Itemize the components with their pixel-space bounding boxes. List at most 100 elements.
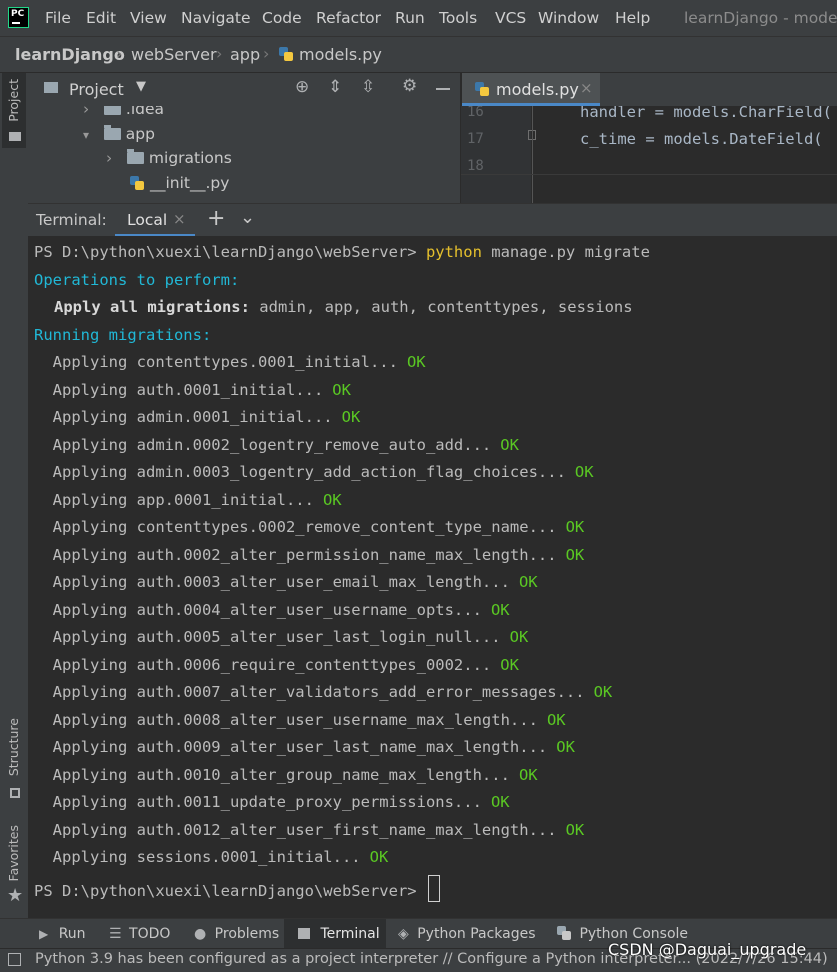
folder-icon — [9, 132, 21, 141]
breadcrumb-project[interactable]: learnDjango — [15, 45, 125, 64]
ok-status: OK — [565, 545, 585, 564]
command-line: PS D:\python\xuexi\learnDjango\webServer… — [34, 242, 650, 262]
migration-line: Applying sessions.0001_initial... OK — [34, 847, 389, 867]
applying-prefix: Applying — [34, 820, 137, 839]
expand-all-icon[interactable]: ⇕ — [328, 77, 342, 97]
tool-windows-toggle-icon[interactable] — [8, 953, 21, 966]
left-tool-strip: Project Structure Favorites ★ — [0, 73, 29, 918]
migration-name: auth.0005_alter_user_last_login_null... — [136, 628, 501, 646]
project-tree: › .idea ▾ app › migrations __init__.py — [28, 106, 460, 203]
breadcrumb-models-file[interactable]: models.py — [299, 45, 382, 64]
migration-name: auth.0006_require_contenttypes_0002... — [136, 655, 492, 674]
applying-prefix: Applying — [34, 463, 137, 481]
menu-navigate[interactable]: Navigate — [181, 9, 251, 27]
migration-name: auth.0012_alter_user_first_name_max_leng… — [136, 820, 557, 839]
todo-tool-button[interactable]: ☰ TODO — [100, 919, 186, 949]
ops-header-line: Operations to perform: — [34, 270, 239, 290]
ops-header: Operations to perform: — [34, 270, 240, 289]
menu-file[interactable]: File — [45, 9, 71, 27]
terminal-tool-button[interactable]: Terminal — [284, 919, 386, 949]
project-view-selector[interactable]: Project — [69, 80, 124, 99]
tree-item-init-py[interactable]: __init__.py — [129, 174, 229, 192]
indent-guide — [532, 106, 533, 203]
python-file-icon — [130, 176, 144, 190]
chevron-down-icon[interactable]: ▼ — [136, 79, 146, 94]
new-tab-plus-icon[interactable]: + — [207, 206, 225, 231]
applying-prefix: Applying — [34, 353, 137, 371]
migration-name: admin.0003_logentry_add_action_flag_choi… — [136, 463, 566, 481]
terminal-tab-label: Local — [127, 211, 168, 229]
menu-tools[interactable]: Tools — [439, 9, 477, 27]
migration-line: Applying contenttypes.0002_remove_conten… — [34, 517, 585, 537]
migration-name: contenttypes.0001_initial... — [136, 353, 398, 371]
menu-edit[interactable]: Edit — [86, 9, 116, 27]
code-line: c_time = models.DateField( — [580, 130, 823, 148]
ok-status: OK — [593, 683, 613, 701]
migration-name: app.0001_initial... — [136, 490, 314, 509]
editor-tab-models-py[interactable]: models.py × — [462, 73, 600, 106]
prompt: PS D:\python\xuexi\learnDjango\webServer… — [34, 243, 426, 261]
applying-prefix: Applying — [34, 738, 137, 756]
menu-run[interactable]: Run — [395, 9, 425, 27]
menu-bar: PC File Edit View Navigate Code Refactor… — [0, 0, 837, 36]
chevron-down-icon[interactable]: ⌄ — [240, 207, 255, 228]
tree-item-migrations[interactable]: › migrations — [106, 149, 232, 167]
ok-status: OK — [509, 628, 529, 646]
migration-name: auth.0011_update_proxy_permissions... — [136, 793, 482, 811]
run-tool-button[interactable]: ▶ Run — [30, 919, 100, 949]
menu-view[interactable]: View — [130, 9, 167, 27]
breadcrumb-separator-icon: › — [216, 44, 223, 63]
menu-vcs[interactable]: VCS — [495, 9, 526, 27]
breadcrumb-webserver[interactable]: webServer — [131, 45, 217, 64]
favorites-tool-button[interactable]: Favorites ★ — [2, 825, 26, 910]
applying-prefix: Applying — [34, 793, 137, 811]
breadcrumb: learnDjango › webServer › app › models.p… — [0, 36, 837, 73]
migration-line: Applying auth.0004_alter_user_username_o… — [34, 600, 510, 620]
menu-refactor[interactable]: Refactor — [316, 9, 381, 27]
minimize-icon[interactable] — [436, 88, 450, 90]
terminal-tab-local[interactable]: Local × — [115, 204, 195, 237]
python-packages-tool-button[interactable]: ◈ Python Packages — [386, 919, 536, 949]
ok-status: OK — [518, 765, 538, 784]
migration-name: auth.0007_alter_validators_add_error_mes… — [136, 683, 585, 701]
line-gutter: 16 17 18 — [461, 106, 536, 203]
project-tool-label: Project — [6, 79, 21, 122]
migration-name: sessions.0001_initial... — [136, 848, 361, 866]
chevron-right-icon: › — [83, 106, 90, 118]
tree-item-app[interactable]: ▾ app — [83, 125, 155, 143]
migration-name: auth.0002_alter_permission_name_max_leng… — [136, 545, 557, 564]
migration-line: Applying auth.0011_update_proxy_permissi… — [34, 792, 510, 812]
ok-status: OK — [574, 463, 594, 481]
menu-help[interactable]: Help — [615, 9, 650, 27]
close-icon[interactable]: × — [580, 79, 593, 97]
line-number: 18 — [467, 158, 484, 174]
python-icon — [557, 926, 571, 940]
project-tool-button[interactable]: Project — [2, 73, 26, 148]
ok-status: OK — [500, 435, 519, 454]
migration-name: admin.0002_logentry_remove_auto_add... — [136, 435, 492, 454]
close-icon[interactable]: × — [173, 210, 186, 228]
applying-prefix: Applying — [34, 545, 137, 564]
breadcrumb-app[interactable]: app — [230, 45, 260, 64]
code-editor[interactable]: 16 17 18 handler = models.CharField( c_t… — [461, 106, 837, 203]
applying-prefix: Applying — [34, 435, 137, 454]
terminal-output[interactable]: PS D:\python\xuexi\learnDjango\webServer… — [28, 236, 837, 918]
applying-prefix: Applying — [34, 765, 137, 784]
gear-icon[interactable]: ⚙ — [402, 76, 417, 96]
problems-tool-button[interactable]: ● Problems — [186, 919, 284, 949]
tree-item-idea[interactable]: › .idea — [83, 106, 164, 118]
command-keyword: python — [425, 243, 482, 261]
applying-prefix: Applying — [34, 628, 137, 646]
migration-line: Applying auth.0002_alter_permission_name… — [34, 545, 585, 565]
menu-code[interactable]: Code — [262, 9, 302, 27]
project-panel-header: Project ▼ ⊕ ⇕ ⇳ ⚙ — [28, 73, 460, 106]
breadcrumb-separator-icon: › — [116, 44, 123, 63]
final-prompt-line: PS D:\python\xuexi\learnDjango\webServer… — [34, 874, 440, 902]
menu-window[interactable]: Window — [538, 9, 599, 27]
editor-tab-label: models.py — [496, 80, 579, 99]
locate-icon[interactable]: ⊕ — [295, 77, 309, 97]
apply-all-line: Apply all migrations: admin, app, auth, … — [54, 297, 633, 317]
collapse-all-icon[interactable]: ⇳ — [361, 77, 375, 97]
structure-tool-button[interactable]: Structure — [2, 718, 26, 803]
migration-name: contenttypes.0002_remove_content_type_na… — [136, 518, 557, 536]
